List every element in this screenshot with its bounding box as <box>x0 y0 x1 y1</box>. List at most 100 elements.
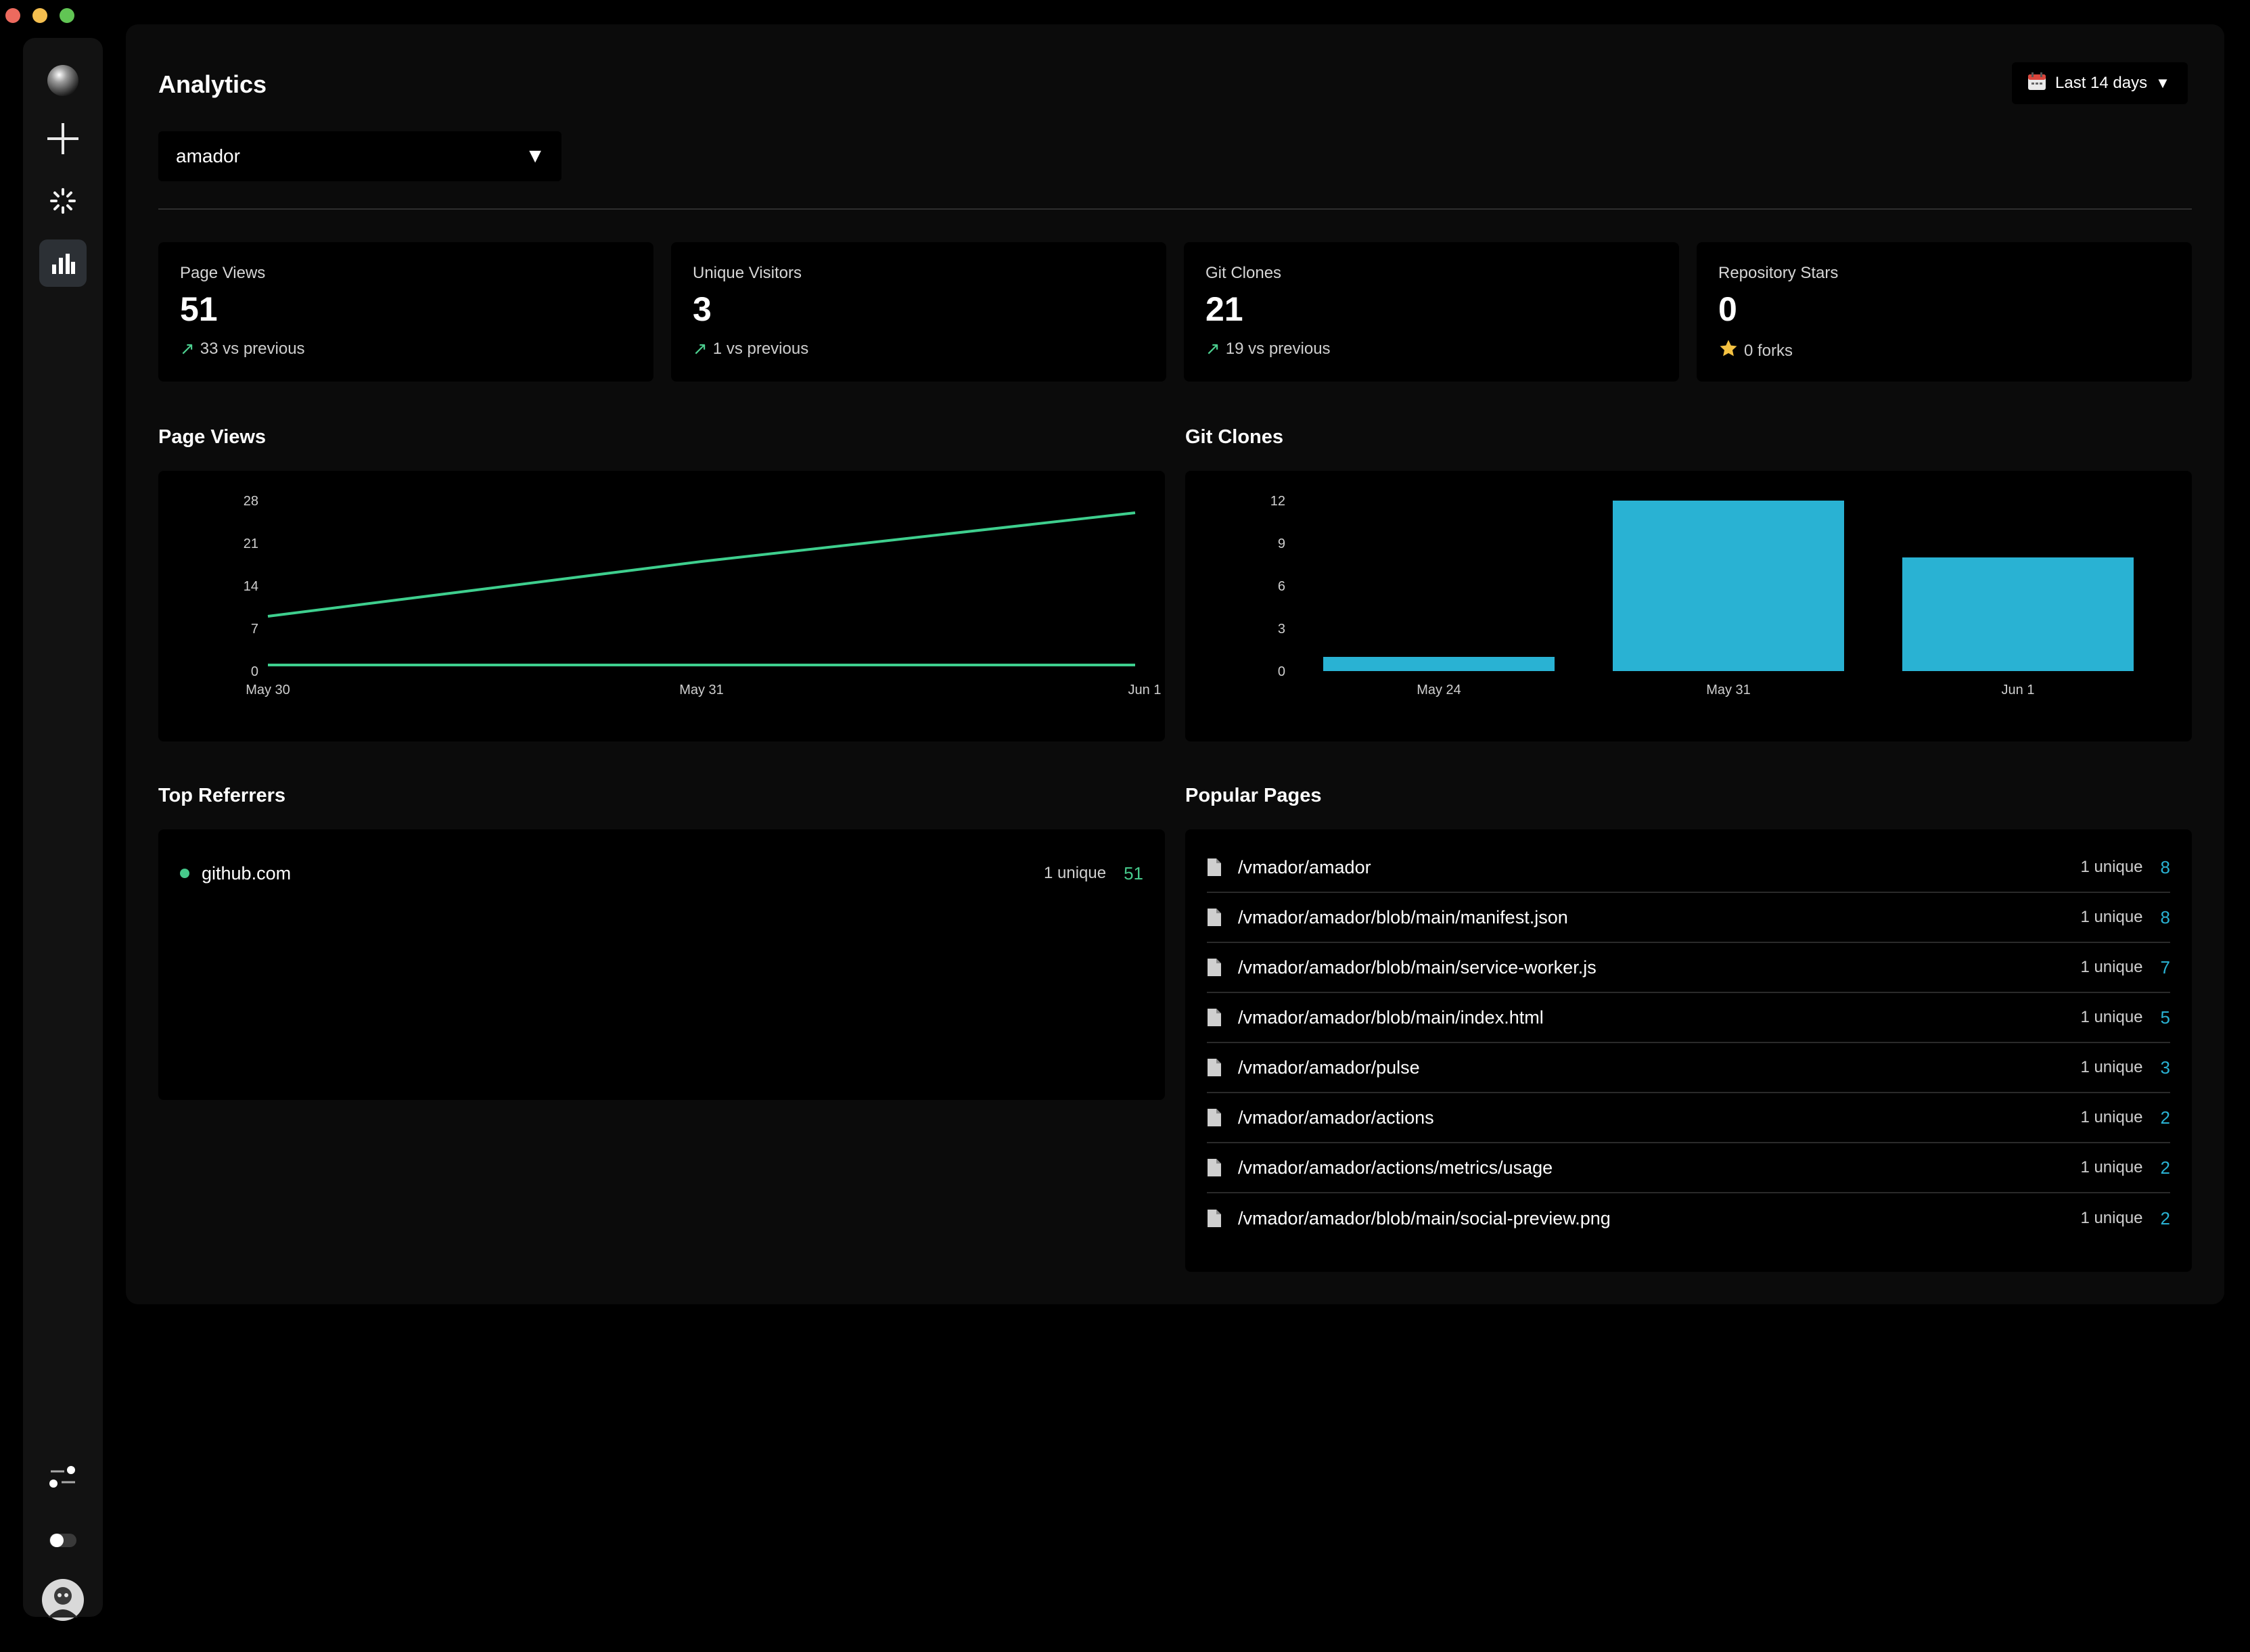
list-item[interactable]: /vmador/amador 1 unique 8 <box>1207 843 2170 893</box>
trend-up-icon: ↗ <box>693 338 708 359</box>
page-count: 2 <box>2160 1107 2170 1128</box>
page-title: Analytics <box>158 70 267 98</box>
x-tick-label: May 31 <box>679 683 724 697</box>
stat-label: Repository Stars <box>1718 264 1839 282</box>
page-path: /vmador/amador/blob/main/manifest.json <box>1238 907 1568 927</box>
document-icon <box>1208 858 1221 876</box>
page-path: /vmador/amador/blob/main/index.html <box>1238 1007 1544 1028</box>
y-tick-label: 0 <box>1278 664 1285 679</box>
document-icon <box>1208 1159 1221 1176</box>
page-path: /vmador/amador/pulse <box>1238 1057 1420 1078</box>
list-item[interactable]: /vmador/amador/actions 1 unique 2 <box>1207 1093 2170 1143</box>
popular-pages-title: Popular Pages <box>1185 785 1322 806</box>
stat-sub: 0 forks <box>1718 338 1793 363</box>
y-tick-label: 7 <box>251 622 258 637</box>
y-tick-label: 12 <box>1270 494 1285 509</box>
list-item[interactable]: github.com 1 unique 51 <box>180 856 1143 890</box>
page-unique: 1 unique <box>2080 1158 2143 1176</box>
repository-select[interactable]: amador ▼ <box>158 131 561 181</box>
document-icon <box>1208 909 1221 926</box>
stat-sub: ↗ 19 vs previous <box>1206 338 1331 359</box>
bar <box>1323 657 1555 671</box>
page-unique: 1 unique <box>2080 1058 2143 1076</box>
page-count: 8 <box>2160 856 2170 877</box>
stat-card-repository-stars: Repository Stars 0 0 forks <box>1697 242 2192 382</box>
y-tick-label: 9 <box>1278 536 1285 551</box>
stat-label: Page Views <box>180 264 266 282</box>
stat-label: Unique Visitors <box>693 264 802 282</box>
stat-sub-text: 1 vs previous <box>712 339 809 358</box>
calendar-icon <box>2027 71 2047 96</box>
minimize-window-button[interactable] <box>32 8 47 23</box>
top-referrers-title: Top Referrers <box>158 785 286 806</box>
page-path: /vmador/amador/actions <box>1238 1107 1434 1128</box>
sphere-logo-icon[interactable] <box>39 57 87 104</box>
stat-card-git-clones: Git Clones 21 ↗ 19 vs previous <box>1184 242 1679 382</box>
page-count: 8 <box>2160 907 2170 927</box>
list-item[interactable]: /vmador/amador/actions/metrics/usage 1 un… <box>1207 1143 2170 1193</box>
settings-toggle-icon[interactable] <box>39 1453 87 1500</box>
zoom-window-button[interactable] <box>60 8 74 23</box>
page-views-chart: 0 7 14 21 28 May 30 May 31 Jun 1 <box>158 471 1165 741</box>
y-tick-label: 14 <box>244 579 258 594</box>
page-count: 3 <box>2160 1057 2170 1078</box>
list-item[interactable]: /vmador/amador/blob/main/service-worker.… <box>1207 943 2170 993</box>
sidebar <box>23 38 103 1621</box>
stat-sub-text: 33 vs previous <box>200 339 305 358</box>
divider <box>158 208 2192 210</box>
x-tick-label: May 30 <box>246 683 290 697</box>
series-line-1 <box>267 511 1136 618</box>
trend-up-icon: ↗ <box>180 338 195 359</box>
stat-label: Git Clones <box>1206 264 1282 282</box>
page-path: /vmador/amador/blob/main/service-worker.… <box>1238 957 1597 978</box>
git-clones-bar-chart: 0 3 6 9 12 May 24 May 31 Jun 1 <box>1270 494 2134 697</box>
stat-value: 3 <box>693 290 712 328</box>
avatar[interactable] <box>39 1576 87 1624</box>
stat-sub: ↗ 33 vs previous <box>180 338 305 359</box>
popular-pages-list: /vmador/amador 1 unique 8/vmador/amador/bl… <box>1207 843 2170 1243</box>
close-window-button[interactable] <box>5 8 20 23</box>
trend-up-icon: ↗ <box>1206 338 1220 359</box>
document-icon <box>1208 1210 1221 1227</box>
stat-sub-text: 0 forks <box>1744 341 1793 360</box>
page-unique: 1 unique <box>2080 858 2143 876</box>
page-unique: 1 unique <box>2080 908 2143 926</box>
top-referrers-panel: github.com 1 unique 51 <box>158 829 1165 1100</box>
y-tick-label: 21 <box>244 536 258 551</box>
page-count: 7 <box>2160 957 2170 978</box>
list-item[interactable]: /vmador/amador/blob/main/manifest.json 1 … <box>1207 893 2170 943</box>
chevron-down-icon: ▼ <box>525 145 545 167</box>
list-item[interactable]: /vmador/amador/blob/main/social-preview.… <box>1207 1193 2170 1243</box>
bar-chart-icon[interactable] <box>39 239 87 287</box>
popular-pages-panel: /vmador/amador 1 unique 8/vmador/amador/bl… <box>1185 829 2192 1272</box>
list-item[interactable]: /vmador/amador/blob/main/index.html 1 uni… <box>1207 993 2170 1043</box>
stat-sub: ↗ 1 vs previous <box>693 338 808 359</box>
spinner-icon[interactable] <box>39 177 87 225</box>
page-unique: 1 unique <box>2080 958 2143 976</box>
page-count: 5 <box>2160 1007 2170 1028</box>
y-tick-label: 3 <box>1278 622 1285 637</box>
referrer-unique: 1 unique <box>1043 864 1107 882</box>
page-unique: 1 unique <box>2080 1008 2143 1026</box>
list-item[interactable]: /vmador/amador/pulse 1 unique 3 <box>1207 1043 2170 1093</box>
status-dot-icon <box>180 869 189 878</box>
star-icon <box>1718 338 1739 363</box>
y-tick-label: 0 <box>251 664 258 679</box>
page-count: 2 <box>2160 1208 2170 1229</box>
x-tick-label: May 31 <box>1706 683 1751 697</box>
page-count: 2 <box>2160 1157 2170 1178</box>
page-unique: 1 unique <box>2080 1209 2143 1227</box>
referrer-name: github.com <box>202 863 292 884</box>
date-range-button[interactable]: Last 14 days ▼ <box>2012 62 2188 104</box>
x-tick-label: May 24 <box>1417 683 1461 697</box>
chevron-down-icon: ▼ <box>2155 74 2170 91</box>
page-views-chart-title: Page Views <box>158 426 267 448</box>
page-path: /vmador/amador/actions/metrics/usage <box>1238 1157 1553 1178</box>
git-clones-chart-title: Git Clones <box>1185 426 1284 448</box>
document-icon <box>1208 1059 1221 1076</box>
stat-sub-text: 19 vs previous <box>1225 339 1331 358</box>
stat-card-page-views: Page Views 51 ↗ 33 vs previous <box>158 242 653 382</box>
y-tick-label: 6 <box>1278 579 1285 594</box>
plus-icon[interactable] <box>39 115 87 162</box>
toggle-icon[interactable] <box>39 1517 87 1564</box>
